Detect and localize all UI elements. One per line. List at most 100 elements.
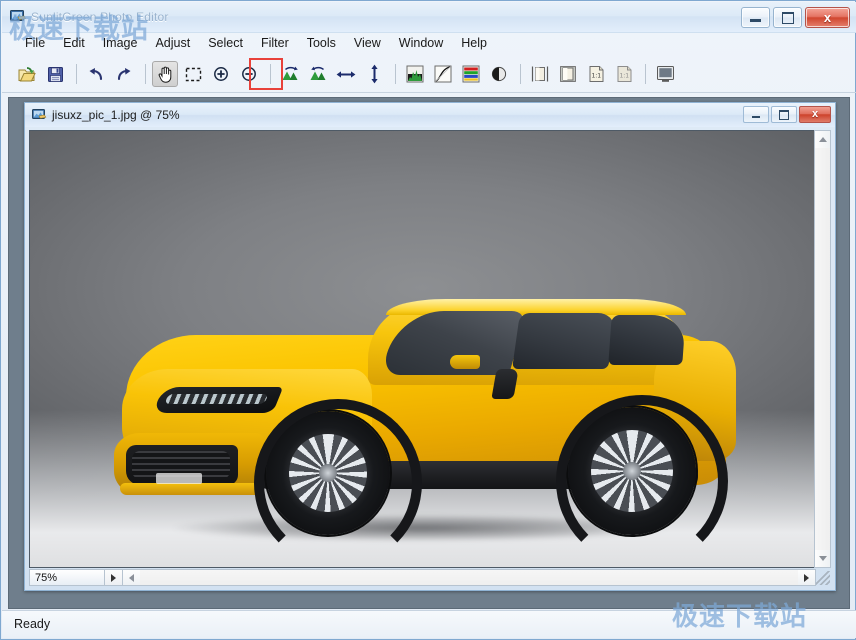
chevron-left-icon [129, 574, 134, 582]
front-wheel-arch [254, 399, 422, 567]
menu-filter[interactable]: Filter [252, 34, 298, 52]
window-controls: x [741, 7, 850, 29]
redo-button[interactable] [111, 61, 137, 87]
menu-file[interactable]: File [16, 34, 54, 52]
rectangular-select-button[interactable] [180, 61, 206, 87]
menu-window[interactable]: Window [390, 34, 452, 52]
undo-icon [87, 67, 105, 82]
document-maximize-glyph [779, 110, 789, 120]
full-screen-button[interactable] [652, 61, 678, 87]
chevron-down-icon [819, 556, 827, 561]
zoom-out-icon [241, 66, 257, 82]
toolbar-separator-6 [645, 64, 646, 84]
fit-page-button[interactable] [555, 61, 581, 87]
menu-select[interactable]: Select [199, 34, 252, 52]
zoom-in-icon [213, 66, 229, 82]
side-mirror [450, 355, 480, 369]
front-splitter [120, 483, 260, 495]
flip-vertical-icon [368, 64, 381, 84]
menu-tools[interactable]: Tools [298, 34, 345, 52]
zoom-dropdown-button[interactable] [105, 570, 123, 585]
zoom-level-value: 75% [30, 572, 57, 584]
menu-image[interactable]: Image [94, 34, 147, 52]
pan-hand-button[interactable] [152, 61, 178, 87]
toolbar-separator-1 [76, 64, 77, 84]
title-bar: SunlitGreen Photo Editor x [2, 2, 856, 33]
document-window: jisuxz_pic_1.jpg @ 75% x [24, 102, 836, 591]
photo-editor-app-icon [10, 9, 26, 24]
scroll-up-button[interactable] [815, 131, 830, 148]
rear-door-glass [608, 315, 685, 365]
rotate-left-icon [281, 66, 300, 82]
close-button[interactable]: x [805, 7, 850, 28]
brightness-contrast-button[interactable] [486, 61, 512, 87]
scroll-right-button[interactable] [798, 570, 815, 585]
document-minimize-glyph [752, 116, 760, 118]
resize-grip[interactable] [816, 571, 830, 585]
rotate-left-button[interactable] [277, 61, 303, 87]
document-title-bar[interactable]: jisuxz_pic_1.jpg @ 75% x [25, 103, 835, 127]
menu-help[interactable]: Help [452, 34, 496, 52]
flip-horizontal-button[interactable] [333, 61, 359, 87]
flip-vertical-button[interactable] [361, 61, 387, 87]
toolbar-separator-4 [395, 64, 396, 84]
menu-adjust[interactable]: Adjust [146, 34, 199, 52]
toolbar-separator-2 [145, 64, 146, 84]
full-screen-icon [656, 65, 675, 83]
image-viewport[interactable] [29, 130, 816, 568]
document-title: jisuxz_pic_1.jpg @ 75% [52, 108, 180, 122]
actual-size-icon: 1:1 [588, 65, 605, 83]
save-file-icon [47, 66, 64, 83]
scroll-down-button[interactable] [815, 550, 830, 567]
zoom-level-combobox[interactable]: 75% [30, 570, 105, 585]
rear-wheel-arch [556, 395, 728, 567]
redo-icon [115, 67, 133, 82]
toolbar-separator-3 [270, 64, 271, 84]
maximize-button[interactable] [773, 7, 802, 28]
open-file-icon [18, 66, 36, 83]
minimize-button[interactable] [741, 7, 770, 28]
menu-edit[interactable]: Edit [54, 34, 94, 52]
document-minimize-button[interactable] [743, 106, 769, 123]
application-window: SunlitGreen Photo Editor x 极速下载站 File Ed… [0, 0, 856, 640]
app-title: SunlitGreen Photo Editor [31, 10, 169, 24]
svg-text:1:1: 1:1 [591, 73, 601, 80]
scroll-left-button[interactable] [123, 570, 140, 585]
toolbar-separator-5 [520, 64, 521, 84]
save-file-button[interactable] [42, 61, 68, 87]
zoom-out-button[interactable] [236, 61, 262, 87]
histogram-icon [406, 65, 424, 83]
toolbar: 1:1 1:1 [2, 57, 856, 91]
histogram-button[interactable] [402, 61, 428, 87]
flip-horizontal-icon [336, 68, 356, 81]
document-maximize-button[interactable] [771, 106, 797, 123]
vertical-scroll-track[interactable] [815, 148, 830, 550]
rotate-right-button[interactable] [305, 61, 331, 87]
rectangular-select-icon [185, 67, 202, 82]
image-document-icon [32, 108, 47, 122]
document-close-icon: x [812, 109, 818, 120]
brightness-contrast-icon [491, 66, 507, 82]
horizontal-scroll-track[interactable] [140, 570, 798, 585]
color-levels-icon [462, 65, 480, 83]
fit-height-button[interactable] [527, 61, 553, 87]
actual-size-button[interactable]: 1:1 [583, 61, 609, 87]
toolbar-divider [2, 92, 856, 93]
curves-button[interactable] [430, 61, 456, 87]
document-close-button[interactable]: x [799, 106, 831, 123]
document-vertical-scrollbar[interactable] [814, 130, 831, 568]
pan-hand-icon [157, 65, 174, 83]
zoom-in-button[interactable] [208, 61, 234, 87]
document-window-controls: x [743, 106, 831, 124]
document-horizontal-scrollbar[interactable]: 75% [29, 569, 816, 586]
undo-button[interactable] [83, 61, 109, 87]
color-levels-button[interactable] [458, 61, 484, 87]
front-door-glass [512, 313, 616, 369]
open-file-button[interactable] [14, 61, 40, 87]
fit-height-icon [531, 65, 549, 83]
maximize-glyph [782, 12, 794, 24]
minimize-glyph [750, 19, 761, 22]
print-size-button[interactable]: 1:1 [611, 61, 637, 87]
menu-bar: File Edit Image Adjust Select Filter Too… [2, 32, 856, 54]
menu-view[interactable]: View [345, 34, 390, 52]
